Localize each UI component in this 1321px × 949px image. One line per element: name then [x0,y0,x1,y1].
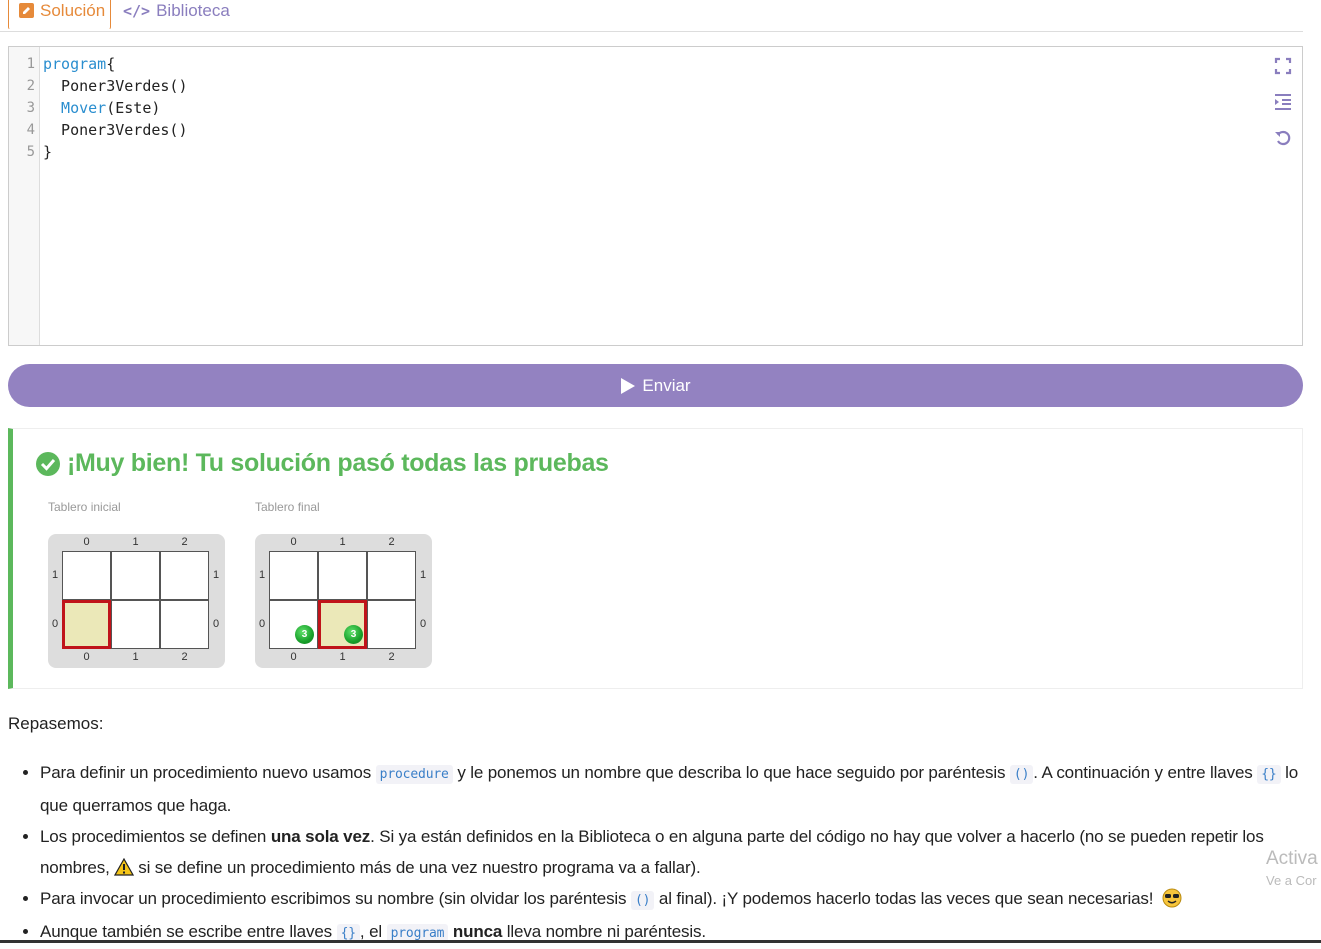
result-panel: ¡Muy bien! Tu solución pasó todas las pr… [8,428,1303,689]
line-number: 1 [26,56,35,72]
tab-biblioteca[interactable]: </> Biblioteca [123,0,230,30]
list-item: Para definir un procedimiento nuevo usam… [40,757,1310,821]
list-item: Aunque también se escribe entre llaves {… [40,916,1310,949]
indent-icon[interactable] [1274,93,1292,111]
board-row-coord: 0 [258,617,266,630]
code-line: 3 Mover(Este) [9,97,1302,119]
review-text: al final). ¡Y podemos hacerlo todas las … [658,889,1154,908]
line-number: 4 [26,122,35,138]
edit-icon [19,3,34,18]
tab-solucion[interactable]: Solución [8,0,111,30]
result-title-text: ¡Muy bien! Tu solución pasó todas las pr… [67,449,609,477]
code-keyword: program [43,55,107,73]
board-cell [367,600,416,649]
board-col-coord: 1 [339,536,346,548]
code-text: { [106,55,116,73]
tab-biblioteca-label: Biblioteca [156,1,230,20]
board-row-coord: 0 [419,617,427,630]
play-icon [621,377,636,394]
board-cell [111,551,160,600]
board-row-coord: 1 [419,568,427,581]
list-item: Los procedimientos se definen una sola v… [40,821,1310,883]
board-cell [160,600,209,649]
board-col-coord: 0 [290,536,297,548]
reset-icon[interactable] [1274,129,1292,147]
sunglasses-smile-icon [1162,888,1182,908]
review-text: Los procedimientos se definen [40,827,267,846]
review-text: Aunque también se escribe entre llaves [40,922,332,941]
inline-code: procedure [375,765,453,784]
code-line: 2 Poner3Verdes() [9,75,1302,97]
review-bold: una sola vez [270,827,371,846]
line-number: 2 [26,78,35,94]
line-number: 5 [26,144,35,160]
code-lines: 1 program{ 2 Poner3Verdes() 3 Mover(Este… [9,53,1302,163]
review-text: Para invocar un procedimiento escribimos… [40,889,627,908]
activation-watermark: Activa [1266,848,1318,869]
line-number: 3 [26,100,35,116]
code-line: 1 program{ [9,53,1302,75]
board-col-coord: 0 [83,536,90,548]
board-col-coord: 2 [181,536,188,548]
board-col-coord: 2 [388,536,395,548]
board-row-coord: 1 [212,568,220,581]
warning-icon [114,858,135,876]
code-text: } [43,143,53,161]
code-line: 5 } [9,141,1302,163]
review-text: . A continuación y entre llaves [1033,763,1253,782]
review-text: , el [359,922,382,941]
review-text: y le ponemos un nombre que describa lo q… [457,763,1006,782]
inline-code: () [630,891,655,910]
code-icon: </> [123,2,151,20]
code-editor[interactable]: 1 program{ 2 Poner3Verdes() 3 Mover(Este… [8,46,1303,346]
tab-bar: Solución </> Biblioteca [0,0,1303,32]
inline-code: {} [1257,765,1281,784]
board-cell [318,551,367,600]
green-ball: 3 [295,625,314,644]
code-text: Poner3Verdes() [43,77,188,95]
final-board: 0 0 1 1 2 2 1 1 0 0 3 3 [255,534,432,668]
initial-board: 0 0 1 1 2 2 1 1 0 0 [48,534,225,668]
board-row-coord: 0 [212,617,220,630]
final-board-label: Tablero final [255,500,320,514]
review-text: si se define un procedimiento más de una… [138,858,701,877]
board-cell [62,600,111,649]
submit-label: Enviar [642,375,691,395]
review-list: Para definir un procedimiento nuevo usam… [0,757,1310,949]
review-text: lleva nombre ni paréntesis. [506,922,706,941]
inline-code: () [1009,765,1034,784]
board-row-coord: 0 [51,617,59,630]
board-col-coord: 1 [339,651,346,663]
submit-button[interactable]: Enviar [8,364,1303,407]
board-cell [62,551,111,600]
code-text: Poner3Verdes() [43,121,188,139]
check-circle-icon [36,451,60,476]
board-col-coord: 2 [181,651,188,663]
board-cell [367,551,416,600]
code-keyword: Mover [43,99,107,117]
board-cell [111,600,160,649]
board-col-coord: 1 [132,651,139,663]
board-cell [269,551,318,600]
result-title: ¡Muy bien! Tu solución pasó todas las pr… [35,449,609,478]
fullscreen-icon[interactable] [1274,57,1292,75]
code-text: (Este) [106,99,161,117]
board-col-coord: 1 [132,536,139,548]
board-col-coord: 0 [83,651,90,663]
green-ball: 3 [344,625,363,644]
review-heading: Repasemos: [8,714,104,733]
initial-board-label: Tablero inicial [48,500,121,514]
code-line: 4 Poner3Verdes() [9,119,1302,141]
activation-watermark-sub: Ve a Cor [1266,873,1317,888]
editor-toolbar [1272,57,1294,147]
board-row-coord: 1 [51,568,59,581]
tab-solucion-label: Solución [40,0,106,20]
board-row-coord: 1 [258,568,266,581]
board-cell [160,551,209,600]
board-col-coord: 0 [290,651,297,663]
list-item: Para invocar un procedimiento escribimos… [40,883,1310,916]
review-text: Para definir un procedimiento nuevo usam… [40,763,372,782]
review-bold: nunca [452,922,503,941]
board-col-coord: 2 [388,651,395,663]
